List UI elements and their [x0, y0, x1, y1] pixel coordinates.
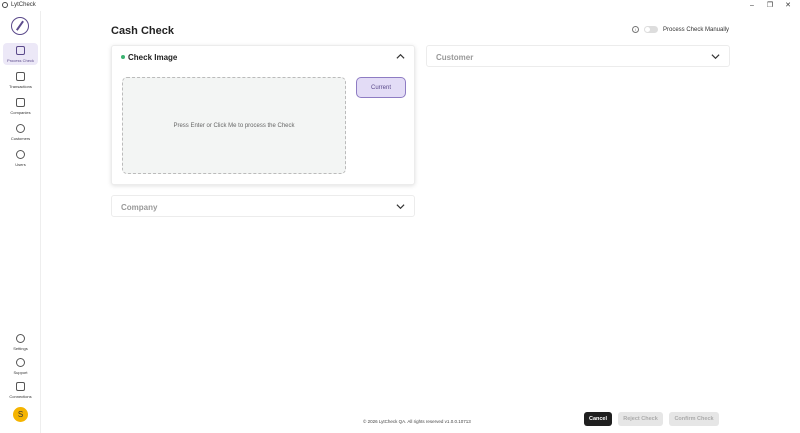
sidebar-item-settings[interactable]: Settings [3, 331, 38, 353]
check-image-header[interactable]: Check Image [112, 46, 414, 68]
check-image-card: Check Image Press Enter or Click Me to p… [111, 45, 415, 185]
window-title: LytCheck [11, 2, 36, 8]
title-bar: LytCheck – ❐ ✕ [0, 0, 800, 10]
sidebar-item-label: Connections [9, 394, 32, 399]
page-title: Cash Check [111, 25, 174, 37]
current-button[interactable]: Current [356, 77, 406, 98]
check-dropzone[interactable]: Press Enter or Click Me to process the C… [122, 77, 346, 174]
chevron-down-icon[interactable] [711, 52, 720, 61]
customer-header[interactable]: Customer [427, 46, 729, 68]
headset-icon [16, 358, 25, 367]
connections-icon [16, 382, 25, 391]
copyright-text: © 2026 LytCheck QA. All rights reserved … [363, 419, 471, 424]
sidebar-item-label: Companies [10, 110, 31, 115]
sidebar-item-users[interactable]: Users [3, 147, 38, 169]
avatar[interactable]: S [13, 407, 28, 422]
sidebar-item-process-check[interactable]: Process Check [3, 43, 38, 65]
sidebar-item-companies[interactable]: Companies [3, 95, 38, 117]
close-button[interactable]: ✕ [776, 0, 800, 10]
sidebar-item-support[interactable]: Support [3, 355, 38, 377]
company-title: Company [121, 202, 158, 212]
sidebar-item-label: Customers [10, 136, 31, 141]
process-manually-control: i Process Check Manually [632, 26, 729, 33]
dropzone-text: Press Enter or Click Me to process the C… [173, 122, 295, 129]
scanner-icon [16, 46, 25, 55]
chevron-up-icon[interactable] [396, 52, 405, 61]
customer-card[interactable]: Customer [426, 45, 730, 67]
sidebar-item-transactions[interactable]: Transactions [3, 69, 38, 91]
customer-title: Customer [436, 52, 474, 62]
company-card[interactable]: Company [111, 195, 415, 217]
confirm-check-button[interactable]: Confirm Check [669, 412, 719, 426]
cancel-button[interactable]: Cancel [584, 412, 612, 426]
sidebar: Process Check Transactions Companies Cus… [0, 11, 41, 433]
app-icon [2, 2, 8, 8]
sidebar-item-customers[interactable]: Customers [3, 121, 38, 143]
companies-icon [16, 98, 25, 107]
users-icon [16, 150, 25, 159]
sidebar-item-label: Users [15, 162, 26, 167]
reject-check-button[interactable]: Reject Check [618, 412, 663, 426]
chevron-down-icon[interactable] [396, 202, 405, 211]
process-manually-toggle[interactable] [644, 26, 658, 33]
gear-icon [16, 334, 25, 343]
status-dot [121, 55, 125, 59]
sidebar-item-label: Support [13, 370, 28, 375]
info-icon[interactable]: i [632, 26, 639, 33]
sidebar-item-connections[interactable]: Connections [3, 379, 38, 401]
sidebar-item-label: Process Check [7, 58, 34, 63]
sidebar-item-label: Settings [13, 346, 28, 351]
transactions-icon [16, 72, 25, 81]
company-header[interactable]: Company [112, 196, 414, 218]
process-manually-label: Process Check Manually [663, 26, 730, 33]
logo-icon[interactable] [11, 17, 29, 35]
check-image-title: Check Image [128, 52, 178, 62]
sidebar-item-label: Transactions [9, 84, 32, 89]
customers-icon [16, 124, 25, 133]
